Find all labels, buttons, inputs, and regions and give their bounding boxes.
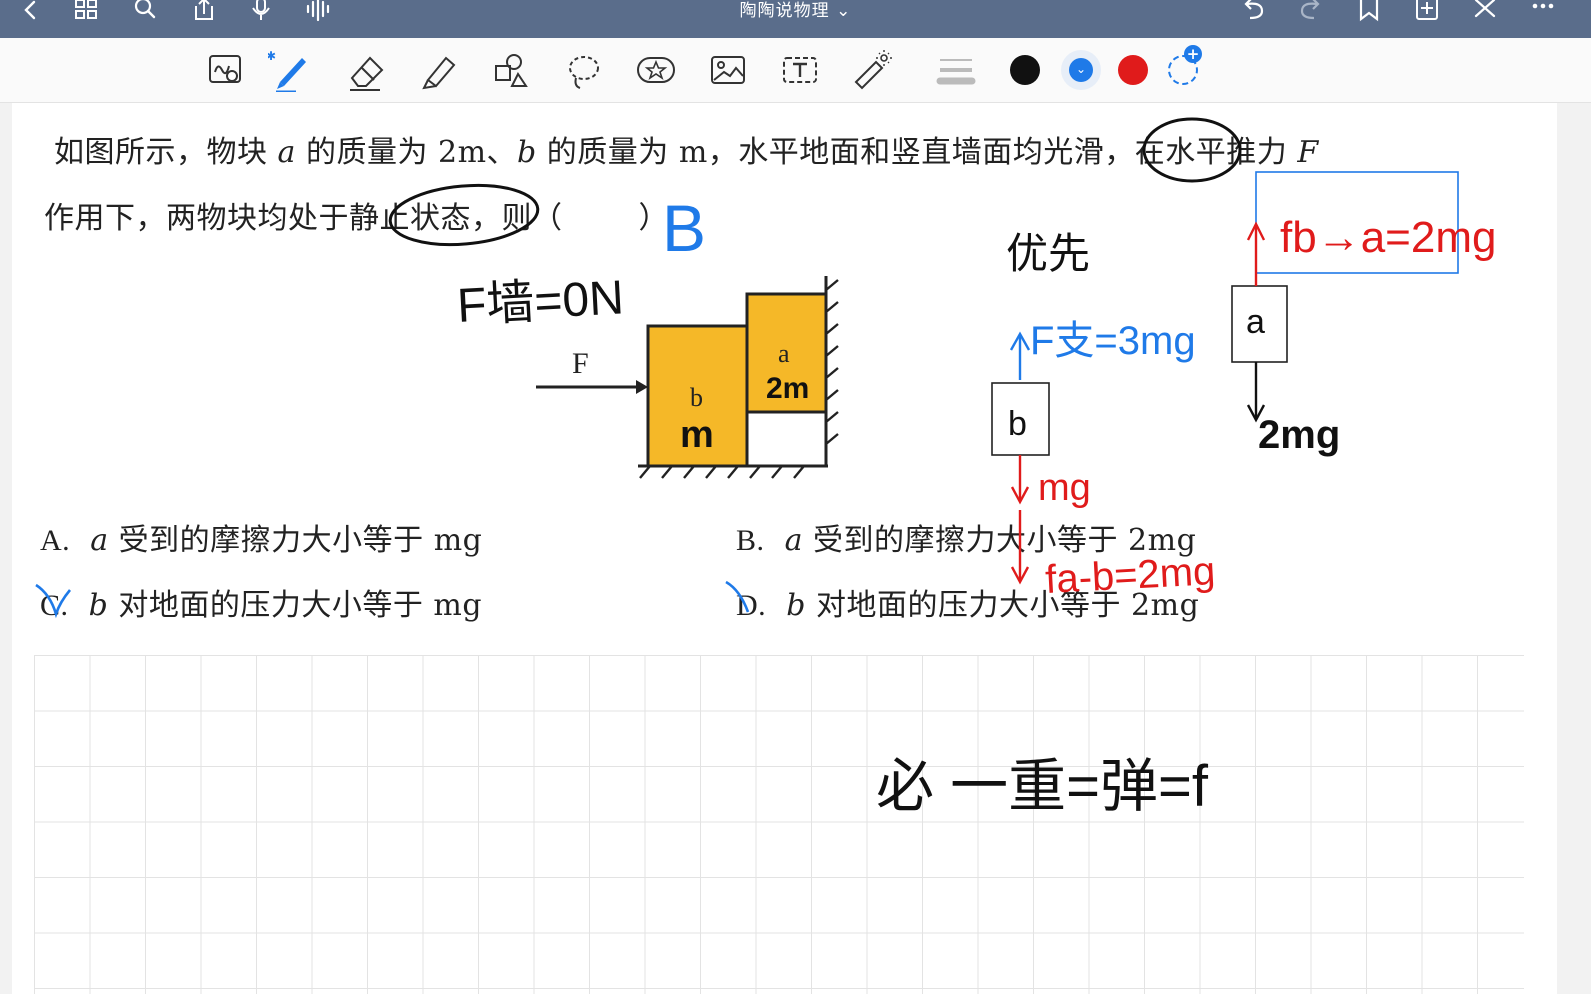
- priority-note: 优先: [1006, 230, 1090, 277]
- answer-note: B: [662, 191, 706, 265]
- weight-a-note: 2mg: [1258, 413, 1340, 457]
- box-a-label: a: [1246, 303, 1265, 341]
- box-b-label: b: [1008, 405, 1027, 443]
- block-b-label: b: [690, 383, 703, 412]
- weight-b-note: mg: [1038, 467, 1091, 509]
- wall-force-note: F墙=0N: [456, 271, 625, 333]
- friction-a-on-b-note: fa-b=2mg: [1044, 549, 1216, 602]
- mass-b-note: m: [680, 414, 714, 456]
- block-a-label: a: [778, 339, 790, 368]
- mass-a-note: 2m: [766, 372, 809, 405]
- formula-note: 必 一重=弹=f: [876, 754, 1209, 819]
- annotation-layer[interactable]: F a b F墙=0N 2m m 优先 b a 2mg 必 一重=弹=f B F…: [0, 0, 1591, 994]
- black-ink: F墙=0N 2m m 优先 b a 2mg 必 一重=弹=f: [388, 117, 1340, 819]
- support-force-note: F支=3mg: [1030, 319, 1196, 363]
- friction-b-on-a-note: fb→a=2mg: [1280, 213, 1496, 262]
- force-label: F: [572, 347, 589, 380]
